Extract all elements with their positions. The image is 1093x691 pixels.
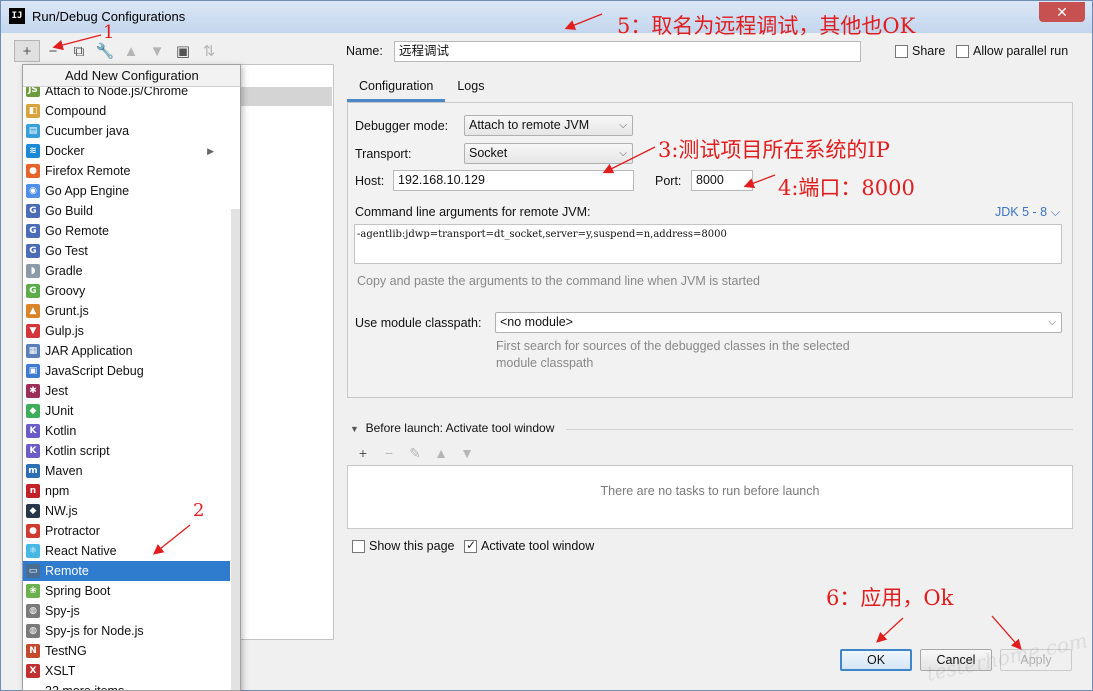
annotation-step-3: 3:测试项目所在系统的IP xyxy=(658,138,890,162)
annotation-step-5: 5：取名为远程调试，其他也OK xyxy=(617,14,916,38)
annotation-step-4: 4:端口：8000 xyxy=(778,176,915,200)
arrow-5 xyxy=(564,13,603,30)
arrow-6a xyxy=(876,617,904,643)
annotation-step-1: 1 xyxy=(103,22,115,43)
arrow-4 xyxy=(743,174,776,189)
arrow-3 xyxy=(602,146,656,174)
arrow-1 xyxy=(52,34,102,51)
arrow-2 xyxy=(152,524,191,555)
annotation-step-6: 6：应用，Ok xyxy=(826,586,954,610)
annotation-step-2: 2 xyxy=(193,500,205,521)
